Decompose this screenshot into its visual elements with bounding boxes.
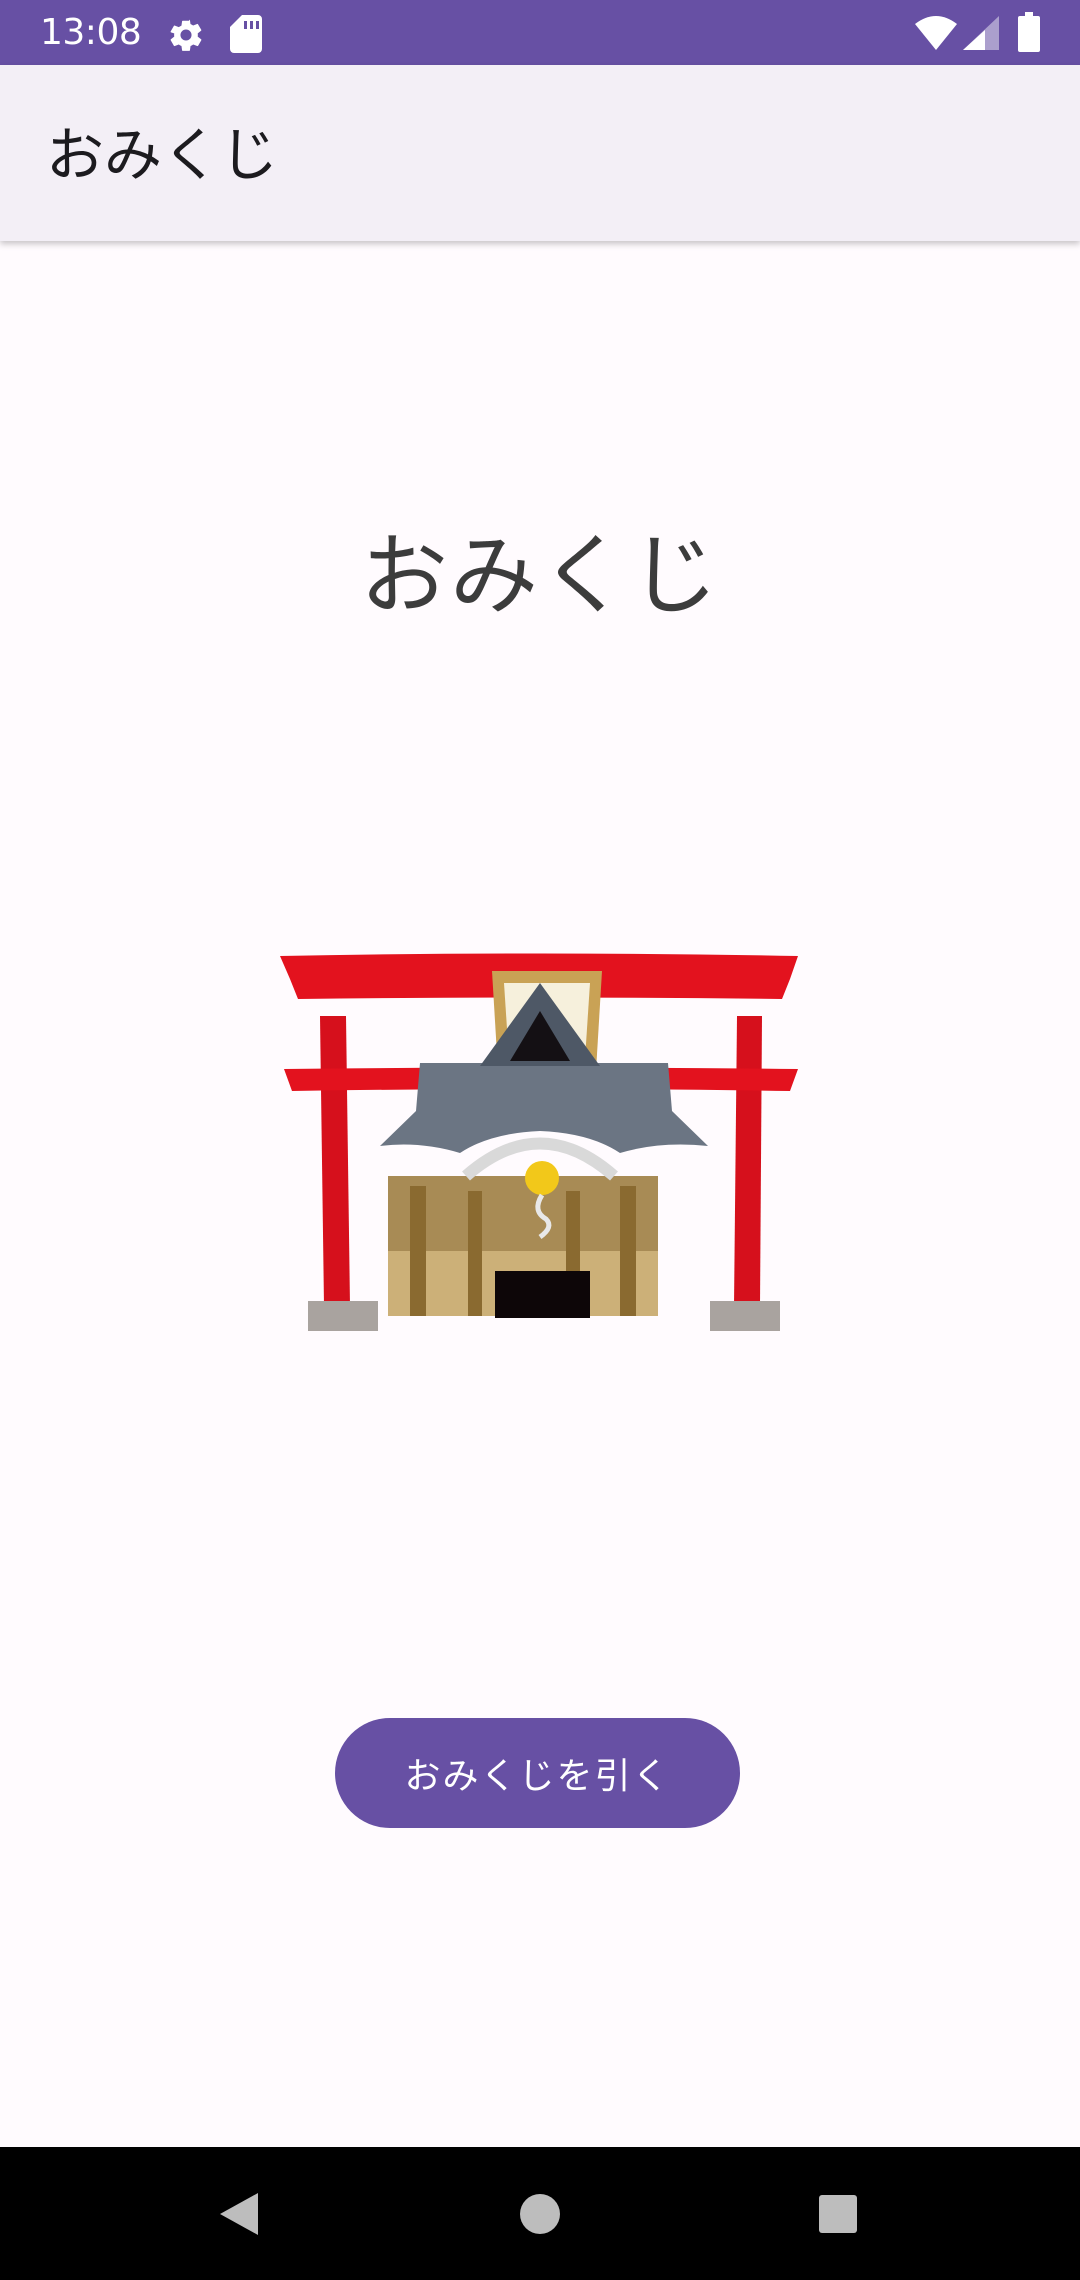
app-title: おみくじ	[46, 121, 279, 189]
torii-pillar-left	[320, 1016, 350, 1306]
battery-icon	[1018, 12, 1040, 52]
wifi-icon	[915, 16, 957, 50]
torii-base-left	[308, 1301, 378, 1331]
page-heading: おみくじ	[359, 524, 720, 627]
draw-omikuji-button[interactable]: おみくじを引く	[335, 1718, 740, 1828]
recents-icon[interactable]	[757, 2147, 917, 2280]
torii-pillar-right	[734, 1016, 762, 1306]
sd-card-icon	[230, 15, 262, 53]
main-content: おみくじ おみくじを引く	[0, 241, 1080, 2147]
back-icon[interactable]	[160, 2147, 320, 2280]
torii-shrine-image	[280, 953, 798, 1331]
navigation-bar	[0, 2147, 1080, 2280]
status-time: 13:08	[40, 12, 142, 53]
shrine-bell	[525, 1161, 559, 1195]
shrine-door	[495, 1271, 590, 1318]
cell-signal-icon	[963, 16, 999, 50]
home-icon[interactable]	[460, 2147, 620, 2280]
status-bar: 13:08	[0, 0, 1080, 65]
app-bar: おみくじ	[0, 65, 1080, 241]
torii-base-right	[710, 1301, 780, 1331]
settings-icon	[170, 19, 202, 51]
